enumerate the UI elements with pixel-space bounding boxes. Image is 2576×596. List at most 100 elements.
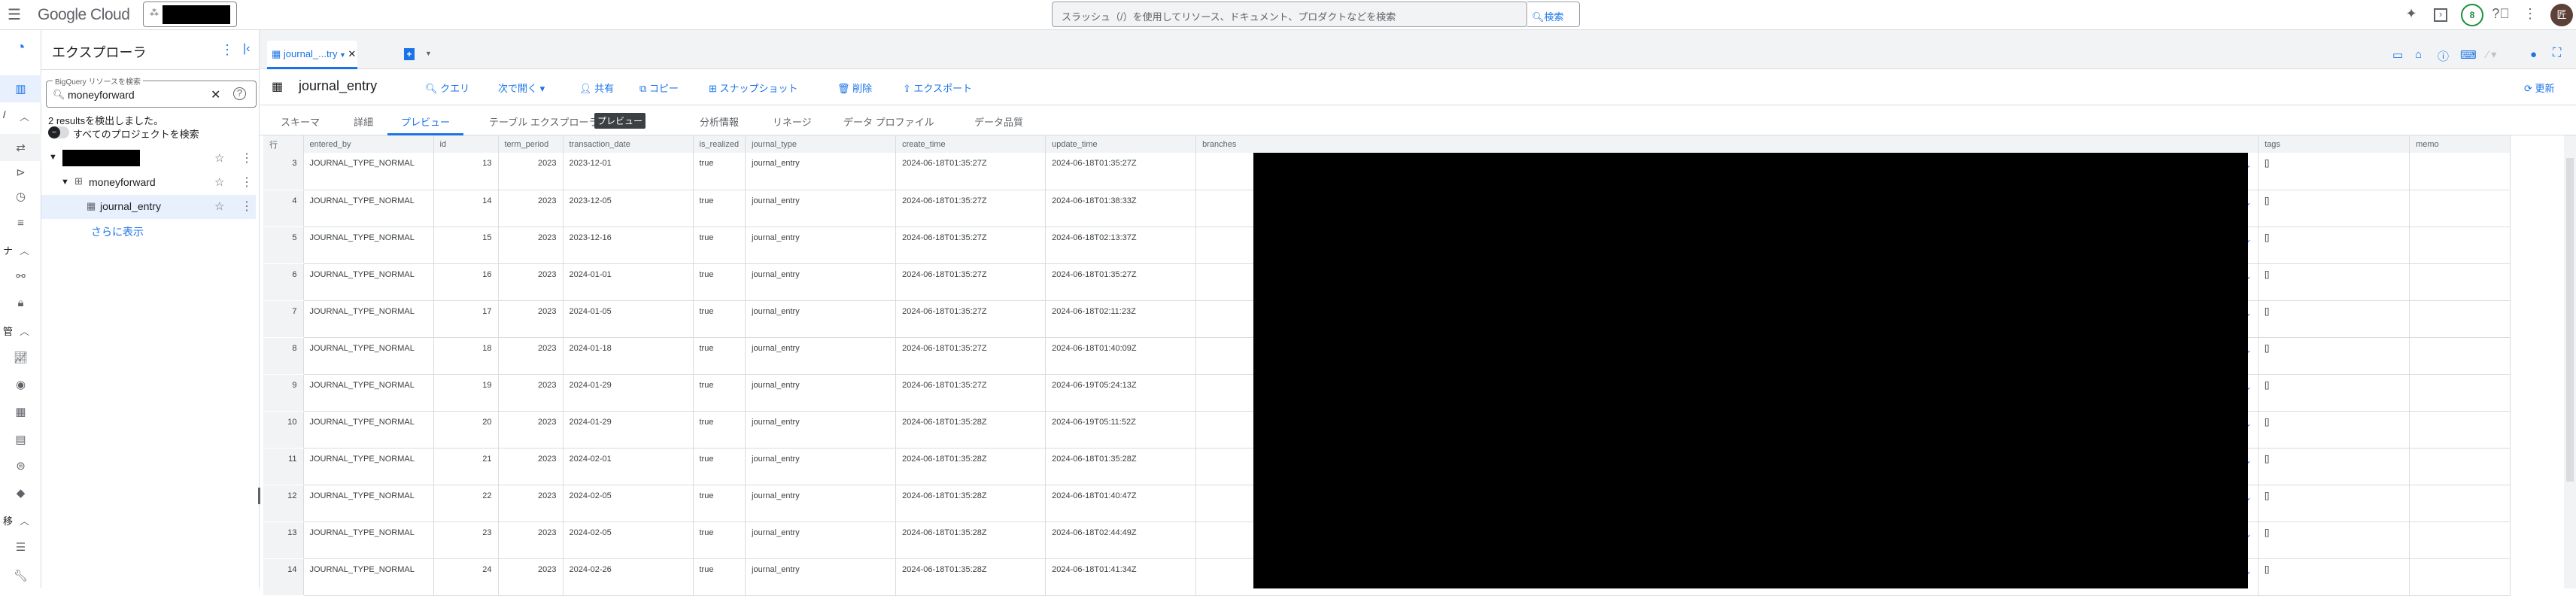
tab-insights[interactable]: 分析情報 [700,114,739,129]
tab-details[interactable]: 詳細 [354,114,373,129]
tab-dropdown-icon[interactable]: ▼ [425,50,432,57]
column-header-transaction_date[interactable]: transaction_date [563,135,694,153]
rail-section[interactable]: 管 ︿ [3,324,29,338]
tab-preview[interactable]: プレビュー [387,105,464,135]
more-vert-icon[interactable]: ⋮ [241,151,253,166]
snapshot-button[interactable]: ⊞ スナップショット [709,81,798,95]
copy-button[interactable]: ⧉ コピー [639,81,679,95]
lightbulb-icon[interactable]: ● [2530,48,2537,61]
workflows-icon[interactable]: ≡ [0,217,41,230]
keyboard-icon[interactable]: ⌨ [2460,48,2477,62]
transfers-icon[interactable]: ⇄ [0,134,41,161]
cell-entered-by: JOURNAL_TYPE_NORMAL [303,485,434,522]
column-header-is_realized[interactable]: is_realized [693,135,746,153]
rail-section[interactable]: / ︿ [3,109,29,123]
new-tab-plus-icon[interactable]: + [404,48,415,60]
cell-term-period: 2023 [498,411,564,449]
info-icon[interactable]: ⓘ [2438,48,2449,64]
caret-down-icon[interactable]: ▼ [61,178,69,187]
google-cloud-logo[interactable]: Google Cloud [38,6,130,24]
help-icon[interactable]: ? [233,87,246,100]
share-button[interactable]: 👤︎ 共有 [579,81,614,95]
cell-is-realized: true [693,411,746,449]
cell-create-time: 2024-06-18T01:35:27Z [895,300,1046,338]
gemini-sparkle-icon[interactable]: ✦ [2402,6,2420,22]
tree-item-project[interactable]: ▼ ☆ ⋮ [41,147,260,171]
wrench-icon[interactable]: 🔧︎ [0,569,41,582]
tab-table-explorer[interactable]: テーブル エクスプローラ [489,114,598,129]
query-button[interactable]: 🔍︎ クエリ [425,81,469,95]
vertical-scrollbar[interactable] [2564,135,2576,588]
more-vert-icon[interactable]: ⋮ [2521,6,2539,22]
show-more-link[interactable]: さらに表示 [91,224,144,239]
column-header-journal_type[interactable]: journal_type [745,135,897,153]
more-vert-icon[interactable]: ⋮ [220,42,234,58]
explorer-title: エクスプローラ [52,45,147,60]
bigquery-logo-icon[interactable]: ◔ [0,39,41,56]
tab-data-quality[interactable]: データ品質 [974,114,1023,129]
more-vert-icon[interactable]: ⋮ [241,175,253,190]
star-icon[interactable]: ☆ [214,175,224,189]
monitoring-icon[interactable]: 📈︎ [0,351,41,364]
all-projects-toggle[interactable]: – [48,126,69,138]
delete-button[interactable]: 🗑︎ 削除 [837,81,872,95]
list-icon[interactable]: ☰ [0,540,41,554]
refresh-button[interactable]: ⟳ 更新 [2524,81,2555,95]
scheduled-icon[interactable]: ▭ [2392,48,2403,62]
lock-icon[interactable]: 🔒︎ [0,296,41,309]
help-icon[interactable]: ?⃝ [2492,6,2510,22]
rail-section[interactable]: ナ ︿ [3,243,29,257]
tree-item-dataset[interactable]: ▼ ⊞ moneyforward ☆ ⋮ [41,171,260,195]
tree-item-table[interactable]: ▦ journal_entry ☆ ⋮ [41,195,256,219]
sharing-icon[interactable]: ⚯ [0,269,41,283]
menu-icon[interactable]: ☰ [8,5,21,24]
column-header-tags[interactable]: tags [2258,135,2410,153]
column-header-memo[interactable]: memo [2409,135,2511,153]
resource-search-input[interactable]: BigQuery リソースを検索 🔍︎ moneyforward ✕ ? [46,75,257,108]
star-icon[interactable]: ☆ [214,151,224,165]
column-header-entered_by[interactable]: entered_by [303,135,434,153]
cloud-shell-icon[interactable]: › [2434,8,2447,22]
more-vert-icon[interactable]: ⋮ [241,199,253,214]
collapse-panel-icon[interactable]: |‹ [243,42,250,56]
export-button[interactable]: ⇪ エクスポート [903,81,972,95]
tab-journal-entry[interactable]: ▦ journal_...try ▼ ✕ [267,41,357,69]
tab-data-profile[interactable]: データ プロファイル [843,114,934,129]
star-icon[interactable]: ☆ [214,199,224,213]
column-header-term_period[interactable]: term_period [498,135,564,153]
dashboard-icon[interactable]: ▤ [0,433,41,446]
search-button[interactable]: 🔍︎検索 [1527,2,1580,27]
notifications-badge[interactable]: 8 [2461,4,2483,26]
explorer-nav-icon[interactable]: ▥ [0,75,41,102]
avatar[interactable]: 匠 [2550,4,2573,26]
column-header-id[interactable]: id [433,135,499,153]
caret-down-icon[interactable]: ▼ [49,153,57,162]
cell-transaction-date: 2024-02-26 [563,558,694,596]
tab-lineage[interactable]: リネージ [773,114,812,129]
history-icon[interactable]: ◷ [0,190,41,203]
home-icon[interactable]: ⌂ [2415,48,2422,61]
reservation-icon[interactable]: ⊜ [0,459,41,473]
cell-create-time: 2024-06-18T01:35:27Z [895,153,1046,190]
column-header-update_time[interactable]: update_time [1045,135,1197,153]
cell-transaction-date: 2024-01-29 [563,374,694,412]
column-header-row[interactable]: 行 [263,135,304,153]
project-picker[interactable]: ⁂ [143,2,237,27]
close-icon[interactable]: ✕ [348,48,356,59]
rail-section[interactable]: 移 ︿ [3,513,29,528]
capacity-icon[interactable]: ▦ [0,405,41,418]
cell-row: 10 [263,411,304,449]
tab-schema[interactable]: スキーマ [281,114,320,129]
table-icon: ▦ [272,48,284,59]
fullscreen-icon[interactable]: ⛶ [2553,47,2561,60]
open-in-button[interactable]: 次で開く ▾ [498,81,545,95]
diamond-icon[interactable]: ◆ [0,486,41,500]
compass-icon[interactable]: ◉ [0,378,41,391]
cell-entered-by: JOURNAL_TYPE_NORMAL [303,153,434,190]
scheduled-queries-icon[interactable]: ⊳ [0,166,41,179]
global-search-input[interactable]: スラッシュ（/）を使用してリソース、ドキュメント、プロダクトなどを検索 [1052,2,1527,27]
column-header-create_time[interactable]: create_time [895,135,1046,153]
column-header-branches[interactable]: branches [1195,135,2259,153]
clear-icon[interactable]: ✕ [211,87,220,102]
magic-wand-icon[interactable]: ⁄ ▾ [2486,48,2496,61]
